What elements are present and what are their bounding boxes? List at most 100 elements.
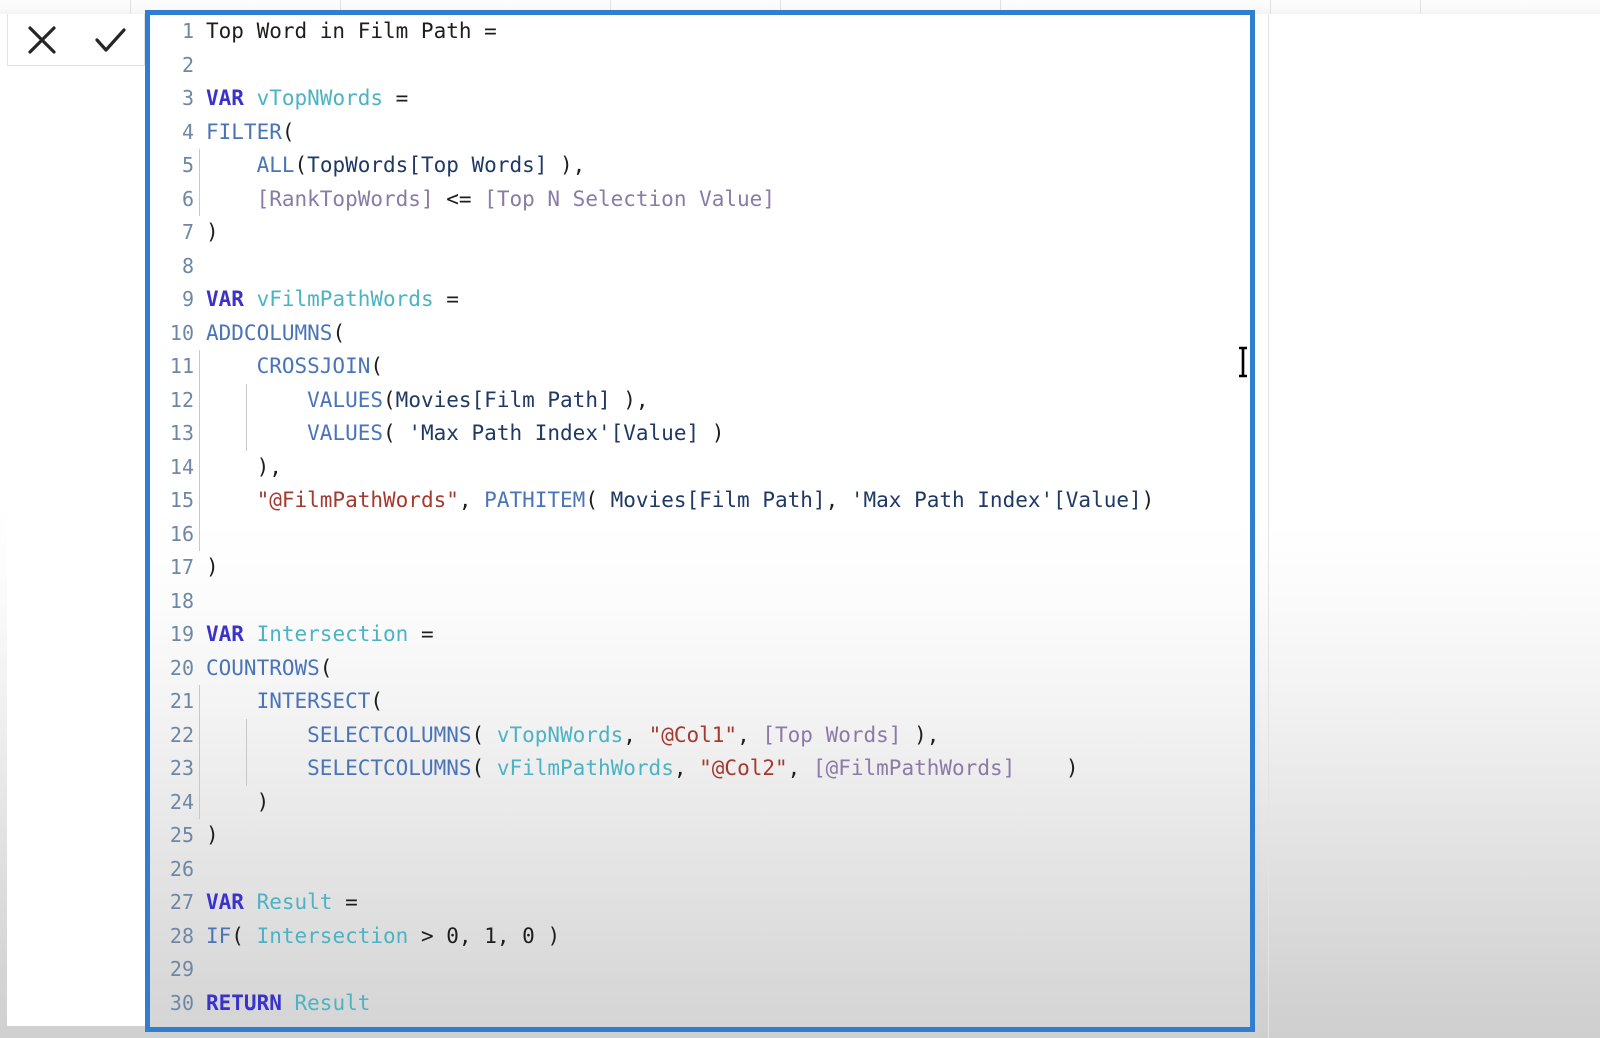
indent-guide [199, 350, 200, 384]
code-line[interactable]: 4 FILTER( [150, 116, 1250, 150]
code-line-text: FILTER( [206, 116, 295, 150]
dax-formula-editor[interactable]: 1 Top Word in Film Path = 2 3 VAR vTopNWords… [145, 10, 1255, 1032]
ribbon-group-separator [1270, 0, 1271, 14]
line-number: 12 [169, 387, 194, 412]
code-line[interactable]: 18 [150, 585, 1250, 619]
dax-editor-scroll-region[interactable]: 1 Top Word in Film Path = 2 3 VAR vTopNWords… [150, 15, 1250, 1027]
code-token-plain: = [408, 622, 434, 646]
code-token-keyword: RETURN [206, 990, 282, 1015]
code-line[interactable]: 11 CROSSJOIN( [150, 350, 1250, 384]
code-line[interactable]: 8 [150, 250, 1250, 284]
code-line[interactable]: 29 [150, 953, 1250, 987]
code-token-paren: ( [370, 689, 384, 713]
code-token-paren: ) [206, 220, 219, 244]
code-token-paren: ( [585, 488, 611, 512]
code-lines-container[interactable]: 1 Top Word in Film Path = 2 3 VAR vTopNWords… [150, 15, 1250, 1020]
code-token-func: CROSSJOIN [256, 354, 371, 378]
code-token-plain: ), [256, 454, 282, 479]
line-number: 26 [169, 856, 194, 881]
code-line[interactable]: 3 VAR vTopNWords = [150, 82, 1250, 116]
code-line[interactable]: 10 ADDCOLUMNS( [150, 317, 1250, 351]
line-number: 29 [169, 957, 194, 981]
code-token-string: "@Col1" [648, 722, 738, 747]
code-line-text: ) [206, 786, 270, 820]
code-line[interactable]: 22 SELECTCOLUMNS( vTopNWords, "@Col1", [… [150, 718, 1250, 752]
code-line-text: VALUES(Movies[Film Path] ), [206, 384, 648, 418]
code-token-func: INTERSECT [256, 689, 371, 713]
line-number: 24 [169, 789, 194, 814]
code-token-num: 1 [484, 923, 497, 948]
code-line[interactable]: 27 VAR Result = [150, 886, 1250, 920]
code-token-paren: ) [206, 555, 219, 579]
code-line[interactable]: 7) [150, 216, 1250, 250]
code-token-var: vFilmPathWords [256, 287, 434, 311]
code-token-ref: TopWords[Top Words] [307, 153, 548, 177]
code-token-paren: ( [281, 119, 295, 144]
code-line[interactable]: 2 [150, 49, 1250, 83]
code-line[interactable]: 16 [150, 517, 1250, 551]
code-token-func: COUNTROWS [206, 655, 320, 680]
line-number: 8 [181, 253, 194, 278]
code-line-text: INTERSECT( [206, 685, 383, 719]
code-token-plain: Top Word in Film Path = [206, 19, 497, 43]
code-line[interactable]: 26 [150, 853, 1250, 887]
indent-guide [199, 383, 200, 417]
code-line[interactable]: 15 "@FilmPathWords", PATHITEM( Movies[Fi… [150, 484, 1250, 518]
code-token-paren: ( [383, 421, 409, 445]
line-number: 4 [181, 119, 194, 144]
line-number: 3 [181, 86, 194, 110]
code-token-plain: , [673, 756, 700, 780]
line-number: 7 [181, 220, 194, 244]
code-line-text: ) [206, 819, 219, 853]
code-token-plain: ), [901, 722, 940, 747]
code-token-string: "@Col2" [699, 756, 788, 780]
code-line[interactable]: 14 ), [150, 450, 1250, 484]
code-token-var: vFilmPathWords [496, 756, 674, 780]
line-number: 30 [169, 990, 194, 1015]
cancel-button[interactable] [14, 16, 70, 64]
code-line[interactable]: 20 COUNTROWS( [150, 652, 1250, 686]
line-number: 10 [169, 320, 194, 345]
line-number: 21 [169, 689, 194, 713]
code-line[interactable]: 25) [150, 819, 1250, 853]
code-line-text: Top Word in Film Path = [206, 15, 497, 49]
code-line[interactable]: 24 ) [150, 785, 1250, 820]
code-token-func: SELECTCOLUMNS [307, 756, 472, 780]
line-number: 22 [169, 722, 194, 747]
formula-bar-left-panel [7, 66, 145, 1026]
line-number: 23 [169, 756, 194, 780]
line-number: 1 [181, 19, 194, 43]
line-number: 18 [169, 588, 194, 613]
code-token-measure: [RankTopWords] [256, 186, 434, 211]
close-x-icon [21, 19, 63, 61]
code-token-plain: > [408, 923, 447, 948]
code-line[interactable]: 30 RETURN Result [150, 987, 1250, 1021]
code-line[interactable]: 1 Top Word in Film Path = [150, 15, 1250, 49]
code-line-text: SELECTCOLUMNS( vFilmPathWords, "@Col2", … [206, 752, 1078, 786]
code-line-text: IF( Intersection > 0, 1, 0 ) [206, 920, 560, 954]
code-line[interactable]: 9 VAR vFilmPathWords = [150, 283, 1250, 317]
code-line-text: ALL(TopWords[Top Words] ), [206, 149, 586, 183]
code-line[interactable]: 21 INTERSECT( [150, 685, 1250, 719]
code-line[interactable]: 28 IF( Intersection > 0, 1, 0 ) [150, 920, 1250, 954]
code-token-keyword: VAR [206, 86, 244, 110]
code-line[interactable]: 17) [150, 551, 1250, 585]
code-line[interactable]: 12 VALUES(Movies[Film Path] ), [150, 383, 1250, 418]
code-token-plain: = [383, 86, 409, 110]
line-number: 9 [181, 287, 194, 311]
code-token-var: vTopNWords [256, 86, 384, 110]
code-line[interactable]: 19 VAR Intersection = [150, 618, 1250, 652]
code-line[interactable]: 5 ALL(TopWords[Top Words] ), [150, 149, 1250, 183]
code-token-keyword: VAR [206, 287, 244, 311]
line-number: 28 [169, 923, 194, 948]
code-line[interactable]: 6 [RankTopWords] <= [Top N Selection Val… [150, 182, 1250, 216]
code-line[interactable]: 13 VALUES( 'Max Path Index'[Value] ) [150, 417, 1250, 451]
code-line[interactable]: 23 SELECTCOLUMNS( vFilmPathWords, "@Col2… [150, 752, 1250, 786]
code-token-paren: ( [294, 153, 308, 177]
code-token-plain: ) [534, 923, 561, 948]
commit-button[interactable] [82, 16, 138, 64]
